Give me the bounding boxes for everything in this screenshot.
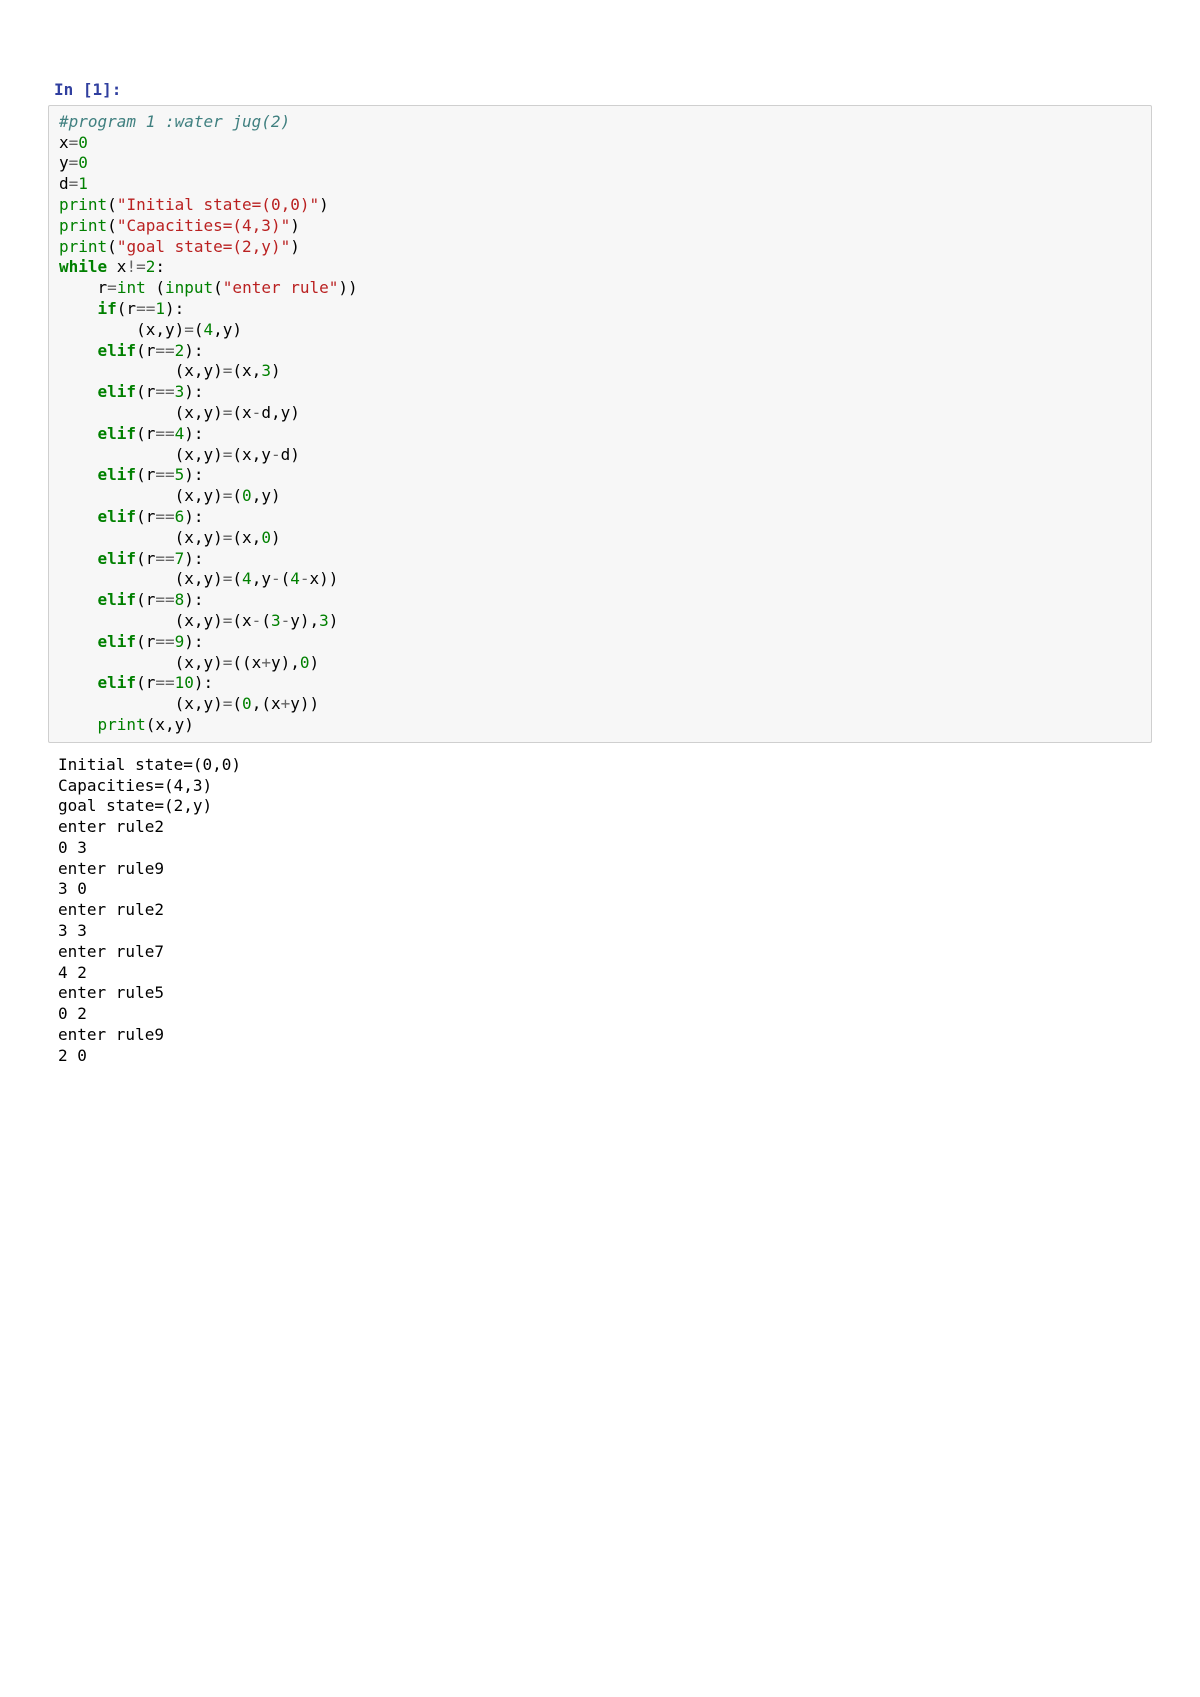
stdout: Initial state=(0,0) Capacities=(4,3) goa… <box>58 755 1142 1067</box>
notebook-page: In [1]: #program 1 :water jug(2) x=0 y=0… <box>0 0 1200 1115</box>
code-content: #program 1 :water jug(2) x=0 y=0 d=1 pri… <box>59 112 1141 736</box>
output-cell: Initial state=(0,0) Capacities=(4,3) goa… <box>48 755 1152 1067</box>
code-cell[interactable]: #program 1 :water jug(2) x=0 y=0 d=1 pri… <box>48 105 1152 743</box>
cell-prompt: In [1]: <box>48 80 1152 101</box>
